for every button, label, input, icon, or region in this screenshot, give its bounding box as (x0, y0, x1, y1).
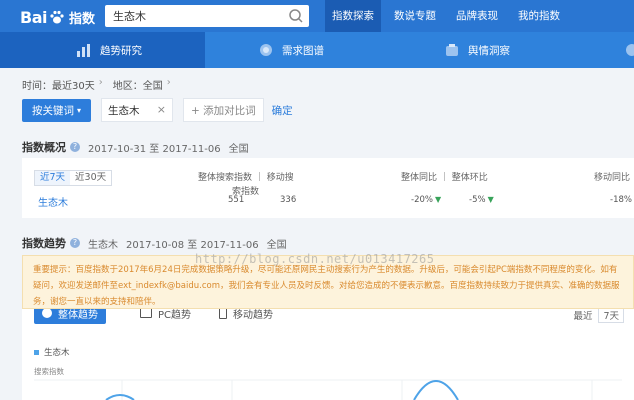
trend-chart-panel: 整体趋势 PC趋势 移动趋势 最近 7天 生态木 搜索指数 (22, 300, 634, 400)
overview-date-range: 2017-10-31 至 2017-11-06 (88, 143, 221, 155)
filter-breadcrumb: 时间：最近30天 › 地区：全国 › (22, 77, 171, 92)
trend-chart (34, 379, 622, 400)
trend-chart-icon (77, 44, 90, 57)
tab-30-days[interactable]: 近30天 (70, 171, 111, 185)
arrow-down-icon: ▼ (487, 195, 494, 204)
mom-value: -5% (469, 195, 486, 205)
search-input[interactable] (105, 5, 285, 27)
tab-7-days[interactable]: 近7天 (35, 171, 71, 185)
overview-header: 指数概况 ? 2017-10-31 至 2017-11-06 全国 (22, 139, 257, 155)
top-bar: Bai 指数 指数探索 数说专题 品牌表现 我的指数 (0, 0, 634, 32)
mobile-yoy-value: -18% (610, 195, 632, 205)
row-keyword[interactable]: 生态木 (38, 194, 68, 209)
time-filter[interactable]: 时间：最近30天 (22, 77, 95, 92)
chevron-right-icon: › (98, 77, 103, 88)
col-search-index: 整体搜索指数 ｜ 移动搜 (198, 173, 294, 183)
overview-panel: 近7天 近30天 整体搜索指数 ｜ 移动搜 索指数 整体同比 ｜ 整体环比 移动… (22, 158, 634, 218)
col-yoy-mom: 整体同比 ｜ 整体环比 (401, 173, 488, 183)
yoy-value-cell: -20% ▼ (411, 195, 441, 205)
logo-text: Bai (20, 7, 47, 27)
help-icon[interactable]: ? (70, 238, 80, 248)
overview-range-tabs: 近7天 近30天 (34, 170, 113, 186)
trend-keyword: 生态木 (88, 239, 118, 251)
subnav-trend-research[interactable]: 趋势研究 (0, 32, 205, 68)
nav-my-index[interactable]: 我的指数 (511, 0, 567, 32)
subnav-label: 舆情洞察 (468, 44, 510, 57)
subnav-demand-graph[interactable]: 需求图谱 (258, 32, 324, 68)
trend-date-range: 2017-10-08 至 2017-11-06 (126, 239, 259, 251)
paw-icon (49, 9, 65, 25)
sentiment-icon (446, 44, 458, 56)
sub-nav: 趋势研究 需求图谱 舆情洞察 (0, 32, 634, 68)
close-icon[interactable]: × (157, 103, 166, 116)
overall-index-value: 551 (228, 195, 245, 205)
more-icon (626, 44, 634, 56)
keyword-chip-label: 生态木 (108, 104, 140, 117)
demand-graph-icon (260, 44, 272, 56)
region-filter[interactable]: 地区：全国 (113, 77, 163, 92)
baidu-logo[interactable]: Bai 指数 (20, 6, 95, 28)
subnav-label: 趋势研究 (100, 44, 142, 57)
nav-brand-performance[interactable]: 品牌表现 (449, 0, 505, 32)
mobile-index-value: 336 (280, 195, 297, 205)
nav-data-topics[interactable]: 数说专题 (387, 0, 443, 32)
add-compare-button[interactable]: + 添加对比词 (183, 98, 264, 122)
help-icon[interactable]: ? (70, 142, 80, 152)
trend-region: 全国 (266, 239, 287, 251)
confirm-button[interactable]: 确定 (272, 103, 293, 118)
yoy-value: -20% (411, 195, 433, 205)
trend-line (413, 380, 459, 400)
subnav-label: 需求图谱 (282, 44, 324, 57)
search-box (105, 5, 309, 27)
chevron-right-icon: › (166, 77, 171, 88)
keyword-mode-button[interactable]: 按关键词 ▾ (22, 98, 92, 122)
trend-header: 指数趋势 ? 生态木 2017-10-08 至 2017-11-06 全国 (22, 235, 295, 251)
search-icon[interactable] (288, 8, 304, 24)
mom-value-cell: -5% ▼ (469, 195, 494, 205)
overview-title: 指数概况 (22, 141, 66, 154)
caret-down-icon: ▾ (77, 105, 82, 115)
keyword-mode-label: 按关键词 (32, 104, 74, 117)
trend-title: 指数趋势 (22, 237, 66, 250)
keyword-chip[interactable]: 生态木 × (101, 98, 174, 122)
keyword-controls: 按关键词 ▾ 生态木 × + 添加对比词 确定 (22, 98, 293, 122)
overview-region: 全国 (228, 143, 249, 155)
subnav-more[interactable] (624, 32, 634, 68)
top-nav: 指数探索 数说专题 品牌表现 我的指数 (325, 0, 567, 32)
col-mobile-yoy: 移动同比 (594, 173, 631, 183)
nav-index-explore[interactable]: 指数探索 (325, 0, 381, 32)
arrow-down-icon: ▼ (434, 195, 442, 204)
logo-subtitle: 指数 (68, 11, 95, 27)
watermark-text: http://blog.csdn.net/u013417265 (195, 252, 435, 266)
trend-line (105, 394, 135, 400)
mobile-yoy-value-cell: -18%▼ (610, 195, 634, 205)
subnav-sentiment-insight[interactable]: 舆情洞察 (444, 32, 510, 68)
